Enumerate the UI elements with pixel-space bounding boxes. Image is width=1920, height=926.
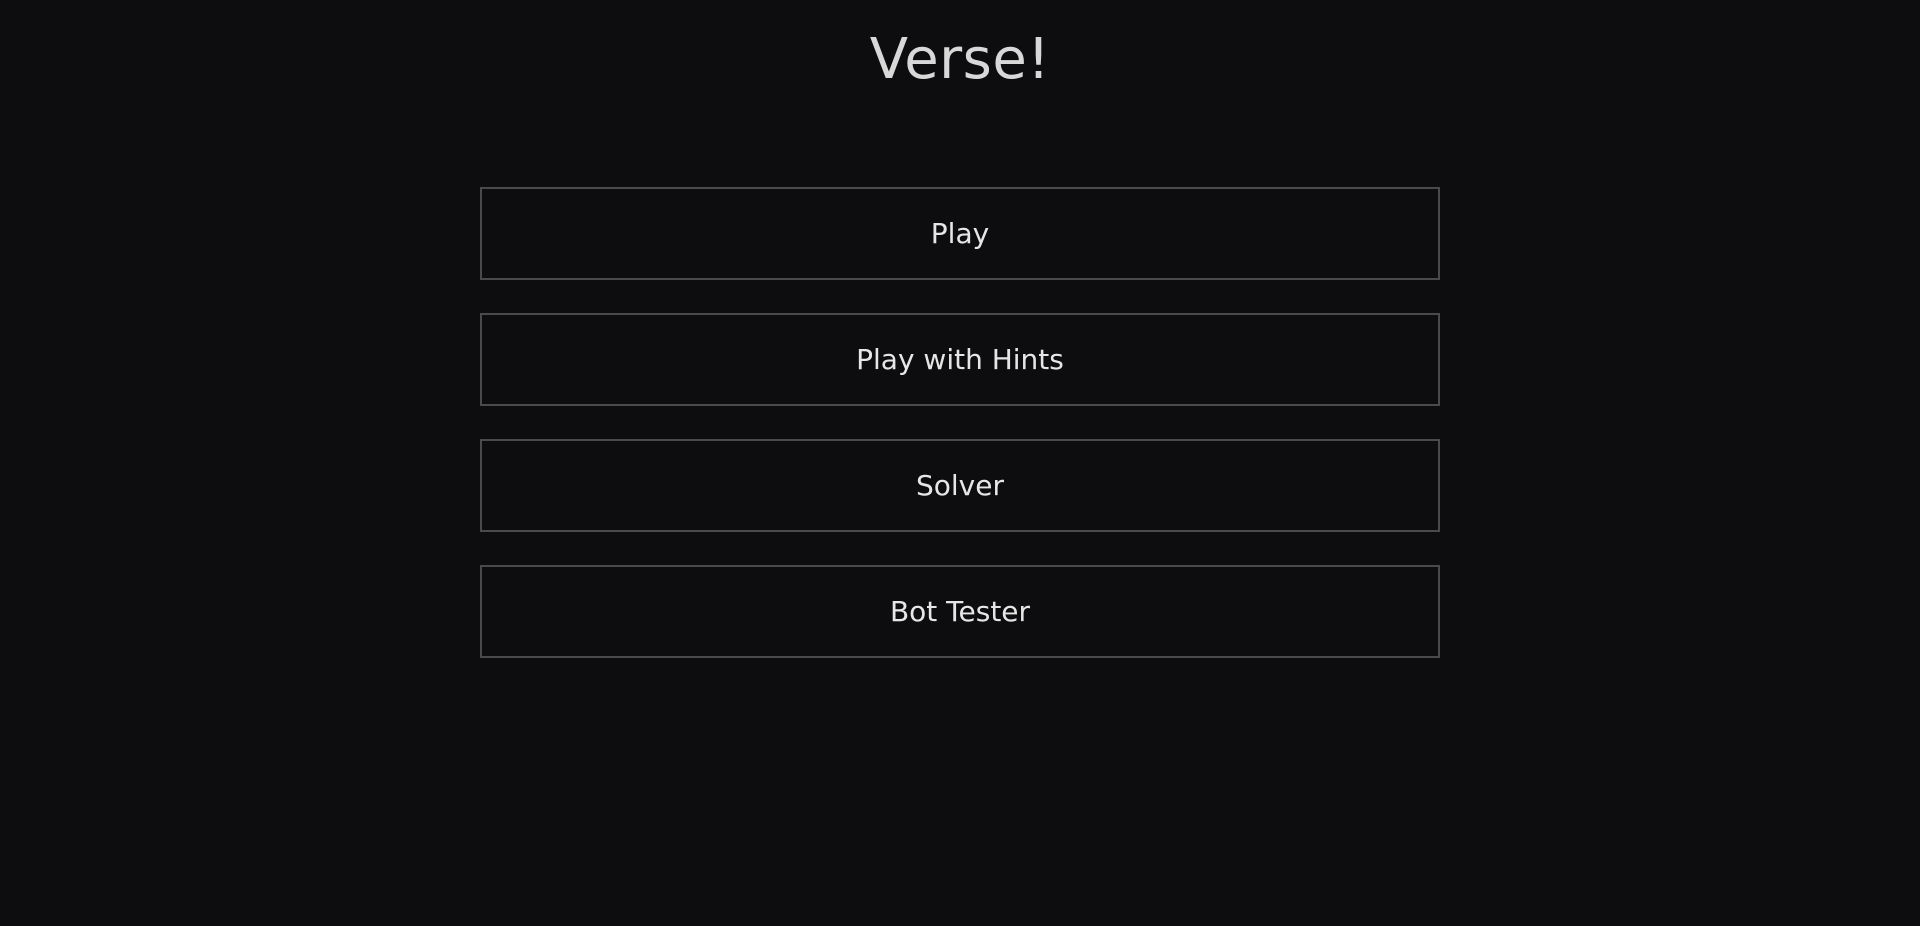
app-window: Verse! Play Play with Hints Solver Bot T… <box>0 0 1920 926</box>
play-with-hints-button[interactable]: Play with Hints <box>480 313 1440 406</box>
bot-tester-button[interactable]: Bot Tester <box>480 565 1440 658</box>
page-title: Verse! <box>869 27 1051 92</box>
main-menu: Play Play with Hints Solver Bot Tester <box>480 187 1440 691</box>
solver-button[interactable]: Solver <box>480 439 1440 532</box>
play-button[interactable]: Play <box>480 187 1440 280</box>
